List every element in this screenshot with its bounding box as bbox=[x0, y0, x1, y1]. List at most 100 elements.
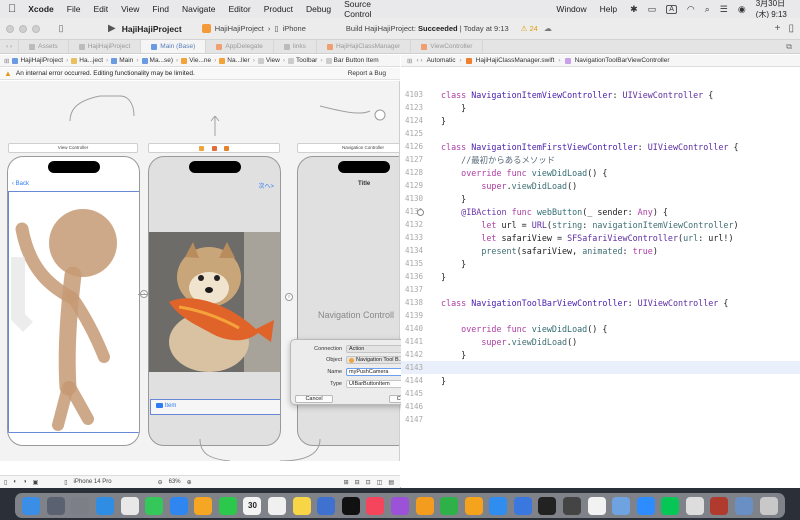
line-number[interactable]: 4132 bbox=[401, 220, 431, 229]
tab-assets[interactable]: Assets bbox=[19, 40, 69, 53]
script-app-icon[interactable] bbox=[685, 496, 704, 515]
crumb-0[interactable]: HajiHajiProject bbox=[12, 57, 63, 64]
code-line[interactable]: 4134 present (safariView, animated: true) bbox=[401, 244, 800, 257]
xcode-app-icon[interactable] bbox=[513, 496, 532, 515]
photos-app-icon[interactable] bbox=[194, 496, 213, 515]
code-line[interactable]: 4126 class NavigationItemFirstViewControl… bbox=[401, 140, 800, 153]
line-number[interactable]: 4123 bbox=[401, 103, 431, 112]
line-number[interactable]: 4145 bbox=[401, 389, 431, 398]
zoom-level[interactable]: 63% bbox=[169, 479, 181, 485]
zoom-out-icon[interactable]: ⊖ bbox=[158, 479, 163, 486]
split-editor-icon[interactable]: ⧉ bbox=[786, 42, 800, 52]
crumb-class[interactable]: NavigationToolBarViewController bbox=[575, 57, 670, 64]
add-constraints-icon[interactable]: ⊡ bbox=[366, 479, 371, 486]
next-button[interactable]: 次へ> bbox=[258, 181, 274, 190]
fit-icon[interactable]: ▣ bbox=[33, 479, 39, 486]
outlet-connection-circle-icon[interactable] bbox=[417, 208, 424, 216]
tab-viewcontroller[interactable]: ViewController bbox=[411, 40, 484, 53]
tab-appdelegate[interactable]: AppDelegate bbox=[206, 40, 274, 53]
menu-help[interactable]: Help bbox=[600, 4, 617, 14]
run-button[interactable]: ▶ bbox=[108, 23, 116, 34]
menu-clock[interactable]: 3月30日(木) 9:13 bbox=[756, 0, 792, 20]
tab-nav-back-icon[interactable]: ‹ › bbox=[0, 40, 20, 53]
nav-back-icon[interactable]: ‹ › bbox=[416, 57, 422, 64]
code-line[interactable]: 4137 bbox=[401, 283, 800, 296]
menu-product[interactable]: Product bbox=[264, 4, 293, 14]
code-line[interactable]: 4145 bbox=[401, 387, 800, 400]
line-number[interactable]: 4136 bbox=[401, 272, 431, 281]
phone-view-controller[interactable]: ‹ Back bbox=[7, 156, 140, 446]
line-number[interactable]: 4127 bbox=[401, 155, 431, 164]
code-line[interactable]: 4127 //最初からあるメソッド bbox=[401, 153, 800, 166]
tab-classmanager[interactable]: HajiHajiClassManager bbox=[317, 40, 412, 53]
code-line[interactable]: 4141 super. viewDidLoad() bbox=[401, 335, 800, 348]
crumb-file[interactable]: HajiHajiClassManager.swift bbox=[476, 57, 555, 64]
crumb-1[interactable]: Ha...ject bbox=[71, 57, 103, 64]
sidebar-toggle-icon[interactable]: ▯ bbox=[54, 23, 68, 34]
line-number[interactable]: 4134 bbox=[401, 246, 431, 255]
device-selector[interactable]: iPhone 14 Pro bbox=[74, 479, 112, 485]
crumb-2[interactable]: Main bbox=[111, 57, 133, 64]
line-number[interactable]: 4137 bbox=[401, 285, 431, 294]
line-number[interactable]: 4140 bbox=[401, 324, 431, 333]
line-number[interactable]: 4126 bbox=[401, 142, 431, 151]
zoom-window-button[interactable] bbox=[32, 24, 40, 33]
textedit-app-icon[interactable] bbox=[587, 496, 606, 515]
line-number[interactable]: 4135 bbox=[401, 259, 431, 268]
relationship-connector[interactable]: ○ bbox=[285, 293, 293, 301]
numbers-app-icon[interactable] bbox=[440, 496, 459, 515]
menu-app[interactable]: Xcode bbox=[28, 4, 54, 14]
line-number[interactable]: 4103 bbox=[401, 90, 431, 99]
crumb-automatic[interactable]: Automatic bbox=[427, 57, 456, 64]
menu-find[interactable]: Find bbox=[152, 4, 169, 14]
orientation-icon[interactable]: ◑ bbox=[23, 479, 27, 485]
resolve-icon[interactable]: ◫ bbox=[377, 479, 383, 486]
finder-app-icon[interactable] bbox=[22, 496, 41, 515]
code-line[interactable]: 4144} bbox=[401, 374, 800, 387]
reminders-app-icon[interactable] bbox=[268, 496, 287, 515]
code-line[interactable]: 4147 bbox=[401, 413, 800, 426]
align-icon[interactable]: ⊟ bbox=[355, 479, 360, 486]
siri-icon[interactable]: ◉ bbox=[738, 4, 746, 15]
inspector-toggle-icon[interactable]: ▯ bbox=[788, 23, 794, 34]
line-number[interactable]: 4146 bbox=[401, 402, 431, 411]
battery-icon[interactable]: ▭ bbox=[648, 4, 657, 15]
messages-app-icon[interactable] bbox=[145, 496, 164, 515]
crumb-4[interactable]: Vie...ne bbox=[181, 57, 211, 64]
line-number[interactable]: 4129 bbox=[401, 181, 431, 190]
crumb-8[interactable]: Bar Button Item bbox=[325, 57, 379, 64]
pages-app-icon[interactable] bbox=[464, 496, 483, 515]
music-app-icon[interactable] bbox=[366, 496, 385, 515]
spotlight-icon[interactable]: ⌕ bbox=[705, 4, 710, 15]
code-line[interactable]: 4146 bbox=[401, 400, 800, 413]
menu-debug[interactable]: Debug bbox=[306, 4, 331, 14]
zoom-in-icon[interactable]: ⊕ bbox=[187, 479, 192, 486]
code-line[interactable]: 4142 } bbox=[401, 348, 800, 361]
line-number[interactable]: 4143 bbox=[401, 363, 431, 372]
related-items-icon[interactable]: ⊞ bbox=[407, 57, 412, 65]
embed-icon[interactable]: ▤ bbox=[388, 479, 394, 486]
crumb-7[interactable]: Toolbar bbox=[288, 57, 317, 64]
crumb-5[interactable]: Na...ller bbox=[219, 57, 250, 64]
line-number[interactable]: 4141 bbox=[401, 337, 431, 346]
code-line[interactable]: 4128 override func viewDidLoad() { bbox=[401, 166, 800, 179]
menu-edit[interactable]: Edit bbox=[93, 4, 108, 14]
tab-links[interactable]: links bbox=[274, 40, 317, 53]
chrome-app-icon[interactable] bbox=[120, 496, 139, 515]
scheme-selector[interactable]: HajiHajiProject › ▯ iPhone bbox=[201, 24, 306, 33]
safari-app-icon[interactable] bbox=[96, 496, 115, 515]
line-number[interactable]: 4125 bbox=[401, 129, 431, 138]
document-outline-icon[interactable]: ▯ bbox=[4, 479, 7, 486]
zoom-app-icon[interactable] bbox=[636, 496, 655, 515]
mail-app-icon[interactable] bbox=[169, 496, 188, 515]
menu-editor[interactable]: Editor bbox=[229, 4, 251, 14]
menu-view[interactable]: View bbox=[121, 4, 139, 14]
terminal-app-icon[interactable] bbox=[538, 496, 557, 515]
code-line[interactable]: 4124} bbox=[401, 114, 800, 127]
cancel-button[interactable]: Cancel bbox=[295, 395, 333, 403]
launchpad-app-icon[interactable] bbox=[46, 496, 65, 515]
code-line[interactable]: 4135 } bbox=[401, 257, 800, 270]
line-number[interactable]: 4142 bbox=[401, 350, 431, 359]
code-line[interactable]: 4103 class NavigationItemViewController: … bbox=[401, 88, 800, 101]
cloud-icon[interactable]: ☁ bbox=[544, 24, 552, 33]
